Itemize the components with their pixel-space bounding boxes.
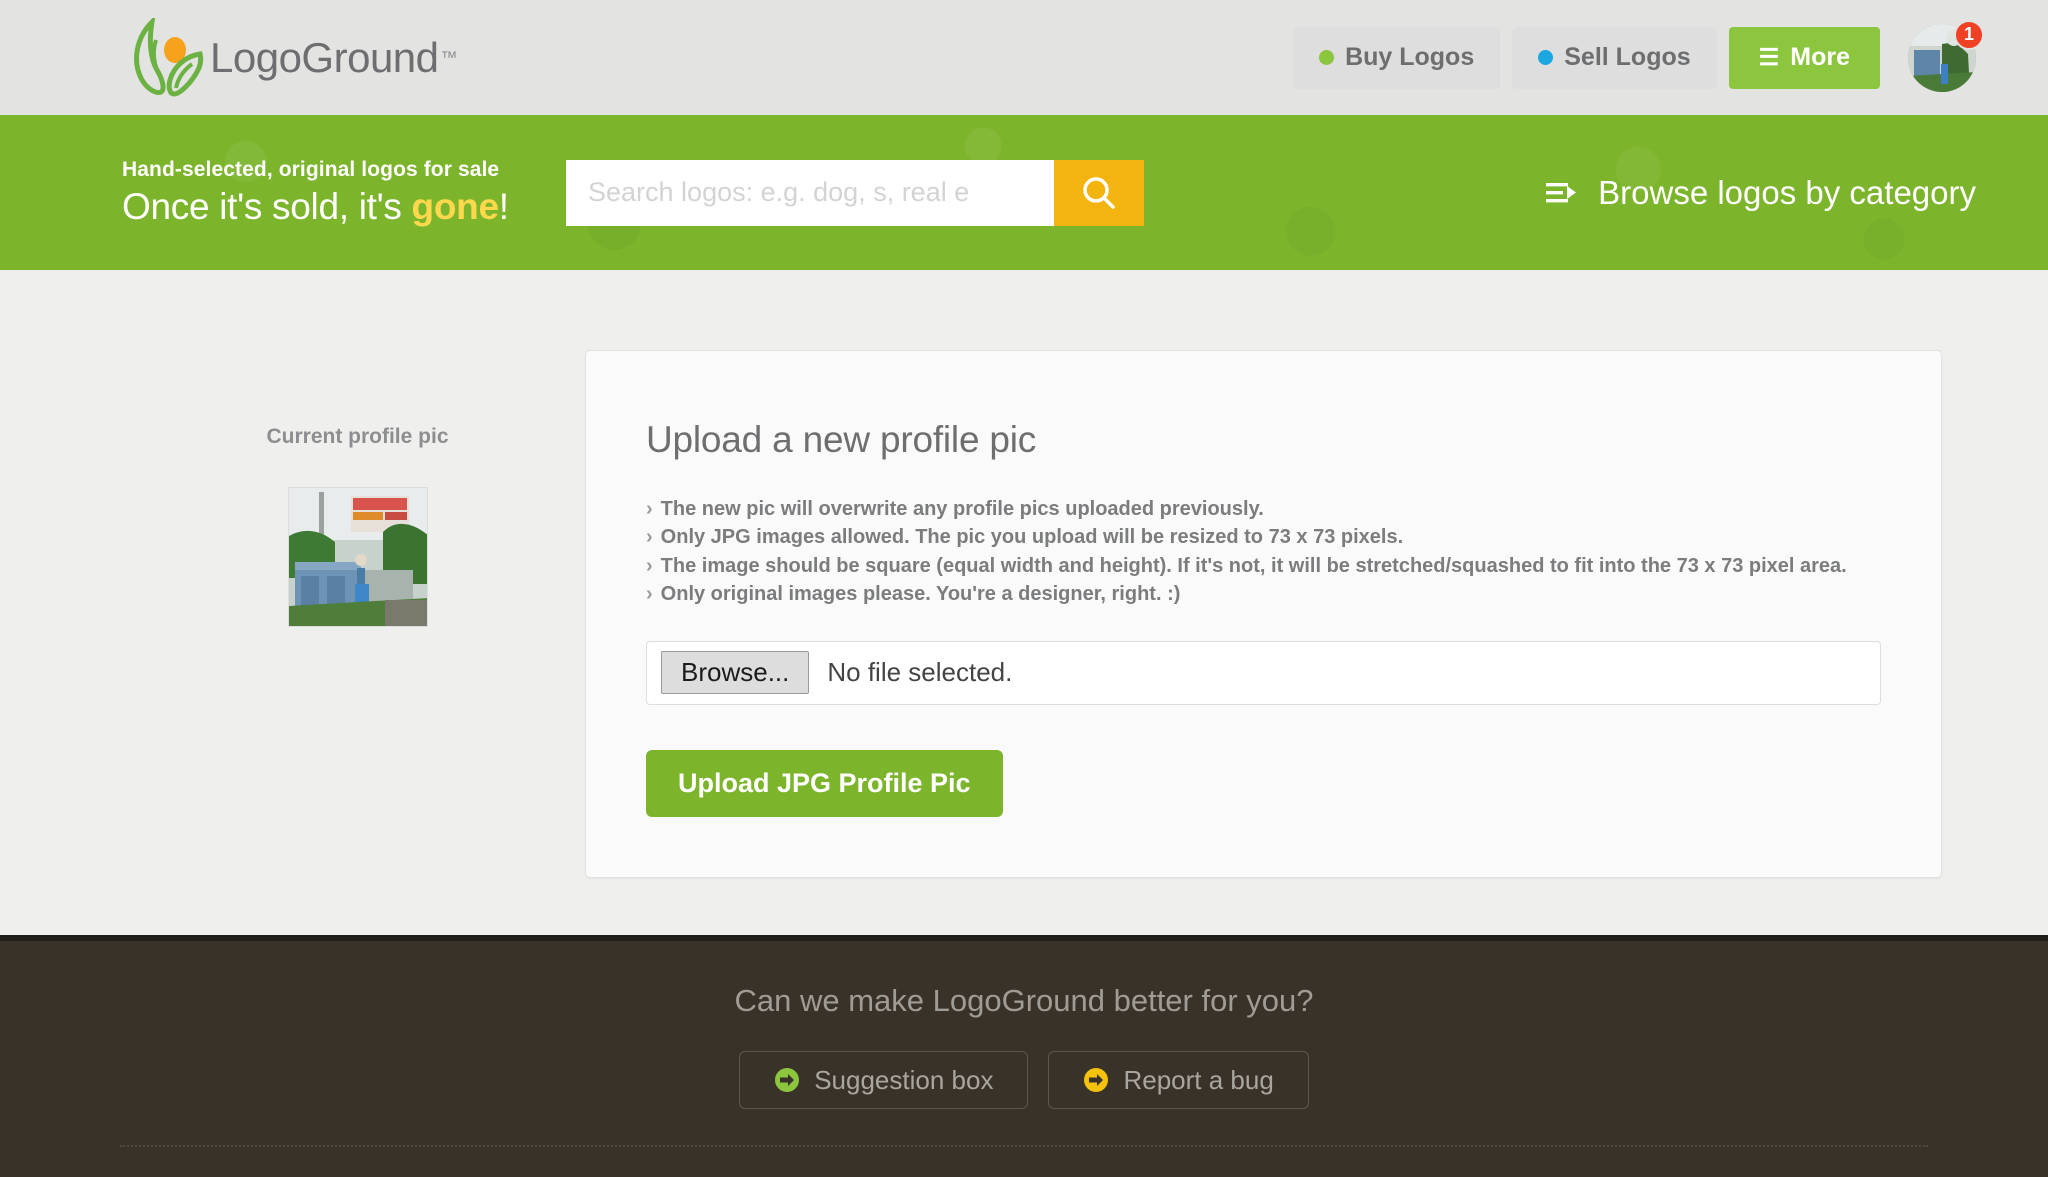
magnifier-icon — [1083, 176, 1115, 209]
chevron-right-icon: › — [646, 526, 653, 549]
upload-jpg-profile-pic-button[interactable]: Upload JPG Profile Pic — [646, 749, 1003, 817]
search-submit-button[interactable] — [1054, 159, 1144, 226]
browse-by-category-link[interactable]: Browse logos by category — [1546, 174, 1976, 212]
list-arrow-icon — [1546, 182, 1577, 202]
tagline-accent: gone — [411, 185, 499, 227]
list-item: › Only original images please. You're a … — [646, 580, 1881, 608]
browse-by-category-label: Browse logos by category — [1598, 173, 1976, 211]
search-box — [566, 159, 1144, 226]
main-content: Current profile pic Upload a new profile… — [0, 270, 2048, 980]
chevron-right-icon: › — [646, 554, 653, 577]
tagline-block: Hand-selected, original logos for sale O… — [122, 158, 562, 228]
arrow-circle-green-icon — [775, 1068, 800, 1092]
site-footer: Can we make LogoGround better for you? S… — [0, 935, 2048, 1177]
nav-buy-logos-label: Buy Logos — [1345, 43, 1475, 71]
file-status-text: No file selected. — [827, 657, 1013, 688]
nav-more-button[interactable]: ☰ More — [1728, 26, 1880, 89]
nav-sell-logos[interactable]: Sell Logos — [1512, 26, 1717, 89]
chevron-right-icon: › — [646, 583, 653, 606]
top-header-bar: LogoGround ™ Buy Logos Sell Logos ☰ More — [0, 0, 2048, 115]
search-input[interactable] — [566, 159, 1054, 226]
footer-buttons: Suggestion box Report a bug — [0, 1051, 2048, 1109]
list-item-label: The new pic will overwrite any profile p… — [660, 498, 1264, 520]
tagline-big-prefix: Once it's sold, it's — [122, 185, 412, 227]
search-band: Hand-selected, original logos for sale O… — [0, 115, 2048, 270]
browse-file-button[interactable]: Browse... — [661, 650, 810, 695]
report-a-bug-button[interactable]: Report a bug — [1048, 1051, 1309, 1109]
tagline-big: Once it's sold, it's gone! — [122, 186, 562, 228]
current-profile-pic-label: Current profile pic — [266, 425, 449, 448]
hamburger-icon: ☰ — [1758, 44, 1780, 70]
requirements-list: › The new pic will overwrite any profile… — [646, 495, 1881, 609]
brand-trademark: ™ — [440, 47, 458, 67]
nav-buy-logos[interactable]: Buy Logos — [1293, 26, 1501, 89]
brand-logo[interactable]: LogoGround ™ — [130, 17, 458, 98]
list-item-label: The image should be square (equal width … — [660, 554, 1847, 577]
sidebar-current-pic: Current profile pic — [130, 350, 585, 878]
logoground-leaf-icon — [134, 17, 204, 97]
avatar[interactable]: 1 — [1908, 19, 1984, 92]
list-item: › The image should be square (equal widt… — [646, 552, 1881, 580]
chevron-right-icon: › — [646, 498, 653, 520]
list-item-label: Only JPG images allowed. The pic you upl… — [660, 526, 1404, 549]
list-item: › Only JPG images allowed. The pic you u… — [646, 523, 1881, 551]
upload-profile-pic-card: Upload a new profile pic › The new pic w… — [585, 350, 1942, 878]
report-a-bug-label: Report a bug — [1123, 1064, 1274, 1095]
footer-divider — [120, 1145, 1928, 1147]
notification-badge: 1 — [1954, 19, 1984, 50]
suggestion-box-button[interactable]: Suggestion box — [739, 1051, 1029, 1109]
brand-name: LogoGround — [210, 33, 439, 81]
list-item: › The new pic will overwrite any profile… — [646, 495, 1881, 523]
footer-question: Can we make LogoGround better for you? — [734, 983, 1314, 1018]
arrow-circle-yellow-icon — [1084, 1068, 1109, 1092]
dot-icon — [1538, 50, 1554, 65]
top-navigation: Buy Logos Sell Logos ☰ More 1 — [1293, 19, 1984, 92]
card-title: Upload a new profile pic — [646, 419, 1037, 460]
suggestion-box-label: Suggestion box — [814, 1064, 994, 1095]
tagline-small: Hand-selected, original logos for sale — [122, 157, 500, 181]
profile-photo-icon — [288, 488, 427, 626]
dot-icon — [1319, 50, 1335, 65]
nav-sell-logos-label: Sell Logos — [1564, 43, 1691, 71]
page-root: LogoGround ™ Buy Logos Sell Logos ☰ More — [0, 0, 2048, 1177]
current-profile-photo — [287, 487, 428, 627]
nav-more-label: More — [1790, 43, 1850, 71]
tagline-big-suffix: ! — [498, 185, 509, 227]
file-upload-field[interactable]: Browse... No file selected. — [646, 640, 1881, 705]
list-item-label: Only original images please. You're a de… — [660, 583, 1181, 606]
